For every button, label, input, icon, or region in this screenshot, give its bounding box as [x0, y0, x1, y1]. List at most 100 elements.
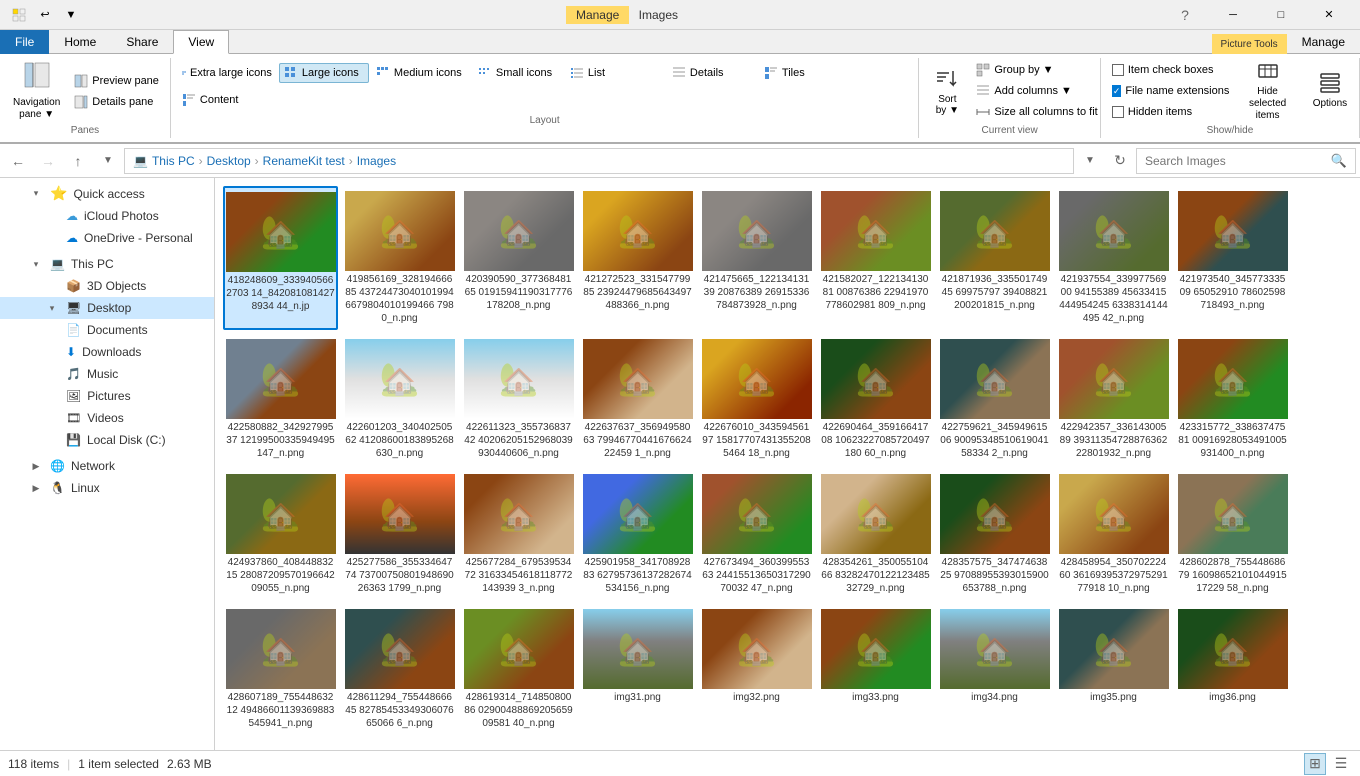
address-this-pc[interactable]: This PC [152, 154, 195, 168]
sidebar-item-linux[interactable]: ▶ 🐧 Linux [0, 477, 214, 499]
forward-btn[interactable]: → [34, 147, 62, 175]
grid-view-btn[interactable]: ⊞ [1304, 753, 1326, 775]
file-item[interactable]: 🏡422942357_33614300589 39311354728876362… [1056, 334, 1171, 465]
sidebar-item-desktop[interactable]: ▾ 🖥 Desktop [0, 297, 214, 319]
sidebar-item-onedrive[interactable]: ☁ OneDrive - Personal [0, 227, 214, 249]
item-checkboxes-btn[interactable]: Item check boxes [1107, 60, 1230, 80]
large-icons-btn[interactable]: Large icons [279, 63, 369, 83]
sidebar-item-music[interactable]: 🎵 Music [0, 363, 214, 385]
tab-file[interactable]: File [0, 30, 49, 54]
file-item[interactable]: 🏡422611323_35573683742 40206205152968039… [461, 334, 576, 465]
sidebar-item-icloud[interactable]: ☁ iCloud Photos [0, 205, 214, 227]
sidebar-item-local-disk[interactable]: 💾 Local Disk (C:) [0, 429, 214, 451]
small-icons-btn[interactable]: Small icons [473, 63, 563, 83]
search-input[interactable] [1145, 154, 1331, 168]
minimize-btn[interactable]: ─ [1210, 0, 1256, 30]
file-item[interactable]: 🏡422601203_34040250562 41208600183895268… [342, 334, 457, 465]
refresh-btn[interactable]: ↻ [1106, 147, 1134, 175]
sidebar-item-this-pc[interactable]: ▾ 💻 This PC [0, 253, 214, 275]
file-item[interactable]: 🏡img31.png [580, 604, 695, 735]
file-item[interactable]: 🏡421272523_33154779985 23924479685643497… [580, 186, 695, 330]
details-btn[interactable]: Details [667, 63, 757, 83]
file-item[interactable]: 🏡428619314_71485080086 02900488869205659… [461, 604, 576, 735]
search-box[interactable]: 🔍 [1136, 148, 1356, 174]
file-item[interactable]: 🏡421973540_34577333509 65052910 78602598… [1175, 186, 1290, 330]
file-item[interactable]: 🏡422759621_34594961506 90095348510619041… [937, 334, 1052, 465]
file-item[interactable]: 🏡422637637_35694958063 79946770441676624… [580, 334, 695, 465]
file-item[interactable]: 🏡419856169_32819466685 43724473040101994… [342, 186, 457, 330]
file-ext-btn[interactable]: ✓ File name extensions [1107, 81, 1230, 101]
sidebar-item-downloads[interactable]: ⬇ Downloads [0, 341, 214, 363]
file-item[interactable]: 🏡421582027_12213413081 00876386 22941970… [818, 186, 933, 330]
address-images[interactable]: Images [357, 154, 396, 168]
dropdown-btn[interactable]: ▼ [60, 4, 82, 26]
file-item[interactable]: 🏡428602878_75544868679 16098652101044915… [1175, 469, 1290, 600]
file-item[interactable]: 🏡418248609_3339405662703 14_842081081427… [223, 186, 338, 330]
medium-icons-btn[interactable]: Medium icons [371, 63, 471, 83]
extra-large-icons-btn[interactable]: Extra large icons [177, 63, 277, 83]
hide-selected-btn[interactable]: Hide selecteditems [1232, 60, 1303, 120]
sidebar-item-documents[interactable]: 📄 Documents [0, 319, 214, 341]
hidden-items-btn[interactable]: Hidden items [1107, 102, 1230, 122]
file-item[interactable]: 🏡425677284_67953953472 31633454618118772… [461, 469, 576, 600]
item-check-checkbox[interactable] [1112, 64, 1124, 76]
file-item[interactable]: 🏡423315772_33863747581 00916928053491005… [1175, 334, 1290, 465]
tab-manage[interactable]: Manage [1287, 30, 1360, 54]
file-item[interactable]: 🏡428458954_35070222460 36169395372975291… [1056, 469, 1171, 600]
address-desktop[interactable]: Desktop [207, 154, 251, 168]
tab-share[interactable]: Share [111, 30, 173, 54]
file-item[interactable]: 🏡425901958_34170892883 62795736137282674… [580, 469, 695, 600]
sidebar-item-pictures[interactable]: 🖼 Pictures [0, 385, 214, 407]
tab-picture-tools[interactable]: Picture Tools [1212, 34, 1287, 54]
maximize-btn[interactable]: □ [1258, 0, 1304, 30]
sort-by-btn[interactable]: Sortby ▼ [925, 61, 969, 121]
size-columns-btn[interactable]: Size all columns to fit [971, 102, 1102, 122]
file-ext-checkbox[interactable]: ✓ [1112, 85, 1122, 97]
address-bar[interactable]: 💻 This PC › Desktop › RenameKit test › I… [124, 148, 1074, 174]
up-btn[interactable]: ↑ [64, 147, 92, 175]
file-item[interactable]: 🏡425277586_35533464774 73700750801948690… [342, 469, 457, 600]
sidebar-item-network[interactable]: ▶ 🌐 Network [0, 455, 214, 477]
file-item[interactable]: 🏡img35.png [1056, 604, 1171, 735]
file-item[interactable]: 🏡428354261_35005510466 83282470122123485… [818, 469, 933, 600]
file-item[interactable]: 🏡img34.png [937, 604, 1052, 735]
address-dropdown-btn[interactable]: ▼ [1076, 147, 1104, 175]
file-item[interactable]: 🏡420390590_37736848165 01915941190317776… [461, 186, 576, 330]
file-item[interactable]: 🏡428611294_75544866645 82785453349306076… [342, 604, 457, 735]
tab-view[interactable]: View [173, 30, 229, 54]
tiles-btn[interactable]: Tiles [759, 63, 859, 83]
address-renamekit[interactable]: RenameKit test [263, 154, 345, 168]
file-item[interactable]: 🏡422690464_35916641708 10623227085720497… [818, 334, 933, 465]
hidden-items-checkbox[interactable] [1112, 106, 1124, 118]
tab-home[interactable]: Home [49, 30, 111, 54]
help-btn[interactable]: ? [1162, 0, 1208, 30]
file-item[interactable]: 🏡img32.png [699, 604, 814, 735]
file-item[interactable]: 🏡427673494_36039955363 24415513650317290… [699, 469, 814, 600]
close-btn[interactable]: ✕ [1306, 0, 1352, 30]
file-item[interactable]: 🏡421937554_33997756900 94155389 45633415… [1056, 186, 1171, 330]
file-item[interactable]: 🏡421871936_33550174945 69975797 39408821… [937, 186, 1052, 330]
recent-btn[interactable]: ▼ [94, 147, 122, 175]
sidebar-item-quick-access[interactable]: ▾ ⭐ Quick access [0, 182, 214, 205]
file-item[interactable]: 🏡421475665_12213413139 20876389 26915336… [699, 186, 814, 330]
back-btn[interactable]: ← [4, 147, 32, 175]
file-item[interactable]: 🏡428357575_34747463825 97088955393015900… [937, 469, 1052, 600]
preview-pane-btn[interactable]: Preview pane [69, 71, 164, 91]
file-item[interactable]: 🏡img36.png [1175, 604, 1290, 735]
undo-btn[interactable]: ↩ [34, 4, 56, 26]
file-item[interactable]: 🏡428607189_75544863212 49486601139369883… [223, 604, 338, 735]
list-btn[interactable]: List [565, 63, 665, 83]
sidebar-item-videos[interactable]: 🎞 Videos [0, 407, 214, 429]
file-item[interactable]: 🏡422676010_34359456197 15817707431355208… [699, 334, 814, 465]
add-columns-btn[interactable]: Add columns ▼ [971, 81, 1102, 101]
group-by-btn[interactable]: Group by ▼ [971, 60, 1102, 80]
details-pane-btn[interactable]: Details pane [69, 92, 164, 112]
file-item[interactable]: 🏡img33.png [818, 604, 933, 735]
options-btn[interactable]: Options [1307, 60, 1353, 120]
navigation-pane-btn[interactable]: Navigationpane ▼ [6, 61, 67, 121]
file-item[interactable]: 🏡422580882_34292799537 12199500335949495… [223, 334, 338, 465]
content-btn[interactable]: Content [177, 90, 267, 110]
list-view-btn[interactable]: ☰ [1330, 753, 1352, 775]
file-item[interactable]: 🏡424937860_40844883215 28087209570196642… [223, 469, 338, 600]
sidebar-item-3d[interactable]: 📦 3D Objects [0, 275, 214, 297]
